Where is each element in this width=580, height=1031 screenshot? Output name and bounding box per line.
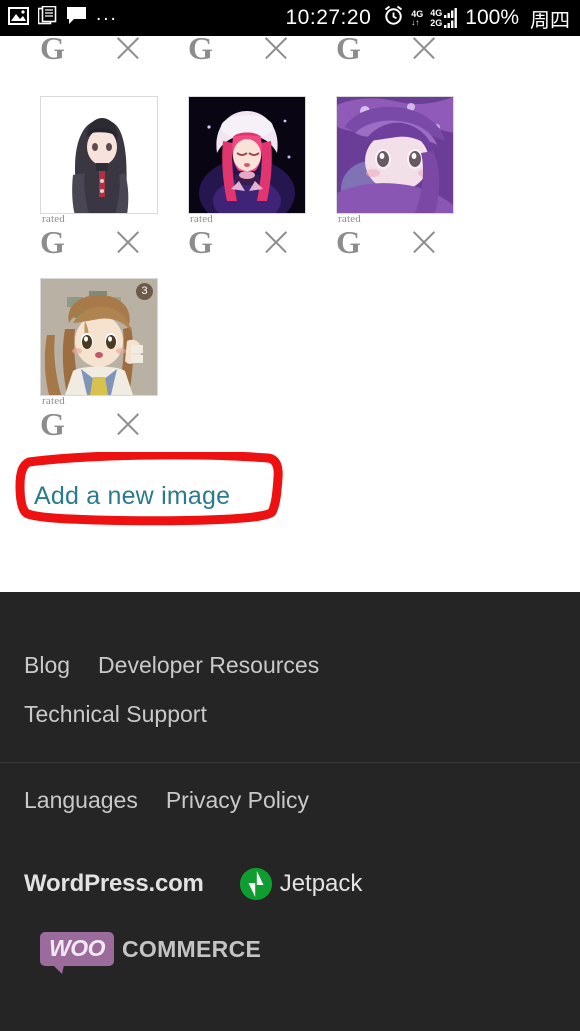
media-cell: rated G bbox=[148, 36, 296, 88]
media-row: rated G rated G rated G bbox=[0, 88, 580, 270]
status-bar-notification-icons: ... bbox=[8, 3, 118, 30]
media-row-clipped: rated G rated G rated bbox=[0, 36, 580, 88]
media-meta: rated G bbox=[296, 36, 444, 76]
woo-commerce-label: COMMERCE bbox=[122, 935, 262, 962]
remove-image-button[interactable] bbox=[404, 36, 444, 68]
media-cell: 3 rated G bbox=[0, 270, 158, 452]
rating-badge: rated G bbox=[188, 36, 256, 64]
footer-brand-row: WordPress.com Jetpack bbox=[0, 836, 580, 900]
footer-link-developer-resources[interactable]: Developer Resources bbox=[98, 652, 319, 679]
media-meta: rated G bbox=[296, 214, 444, 270]
media-cell: rated G bbox=[148, 88, 306, 270]
thumbnail-wrap bbox=[0, 88, 158, 214]
rating-letter: G bbox=[336, 36, 361, 66]
rating-badge: rated G bbox=[40, 36, 108, 64]
signal-sim1-icon: 4G ↓↑ bbox=[411, 9, 423, 27]
alarm-icon bbox=[383, 5, 404, 31]
media-row: 3 rated G bbox=[0, 270, 580, 452]
footer-secondary-links: Languages Privacy Policy bbox=[0, 763, 580, 836]
rating-letter: G bbox=[188, 36, 213, 66]
rating-letter: G bbox=[40, 406, 65, 442]
remove-image-button[interactable] bbox=[108, 222, 148, 262]
footer-row: Technical Support bbox=[24, 701, 580, 750]
media-meta: rated G bbox=[0, 36, 148, 76]
wordpress-logo[interactable]: WordPress.com bbox=[24, 870, 204, 898]
media-thumbnail-purple-hair[interactable] bbox=[336, 96, 454, 214]
image-count-badge: 3 bbox=[136, 283, 153, 300]
jetpack-logo[interactable]: Jetpack bbox=[239, 868, 363, 900]
thumbnail-wrap bbox=[296, 88, 454, 214]
footer-row: Blog Developer Resources bbox=[24, 652, 580, 701]
weekday-label: 周四 bbox=[530, 9, 570, 32]
rating-letter: G bbox=[188, 224, 213, 260]
add-image-area: Add a new image bbox=[0, 452, 580, 544]
footer-link-technical-support[interactable]: Technical Support bbox=[24, 701, 207, 728]
media-library-content: rated G rated G rated bbox=[0, 36, 580, 544]
rating-badge: rated G bbox=[40, 396, 108, 442]
footer-link-blog[interactable]: Blog bbox=[24, 652, 70, 679]
footer-primary-links: Blog Developer Resources Technical Suppo… bbox=[0, 592, 580, 750]
remove-image-button[interactable] bbox=[108, 36, 148, 68]
footer-link-privacy-policy[interactable]: Privacy Policy bbox=[166, 787, 309, 814]
status-bar: ... 10:27:20 4G ↓↑ 4G 2G 100% 周四 bbox=[0, 0, 580, 36]
media-meta: rated G bbox=[148, 36, 296, 76]
battery-percentage: 100% bbox=[465, 6, 519, 29]
jetpack-icon bbox=[239, 868, 272, 900]
sim1-data-arrows: ↓↑ bbox=[411, 17, 420, 27]
media-cell: rated G bbox=[0, 36, 148, 88]
woocommerce-logo[interactable]: WOO COMMERCE bbox=[0, 900, 580, 974]
rating-letter: G bbox=[40, 224, 65, 260]
rating-badge: rated G bbox=[336, 36, 404, 64]
media-cell: rated G bbox=[296, 36, 444, 88]
footer-link-languages[interactable]: Languages bbox=[24, 787, 138, 814]
rating-letter: G bbox=[336, 224, 361, 260]
jetpack-label: Jetpack bbox=[279, 870, 363, 897]
image-icon bbox=[8, 6, 29, 30]
woo-mark: WOO bbox=[40, 932, 114, 974]
remove-image-button[interactable] bbox=[256, 36, 296, 68]
media-meta: rated G bbox=[0, 396, 148, 452]
footer-row: Languages Privacy Policy bbox=[24, 787, 580, 836]
rating-badge: rated G bbox=[40, 214, 108, 260]
rating-letter: G bbox=[40, 36, 65, 66]
document-icon bbox=[37, 5, 57, 30]
add-new-image-link[interactable]: Add a new image bbox=[34, 482, 230, 511]
thumbnail-wrap: 3 bbox=[0, 270, 158, 396]
signal-sim2-icon: 4G 2G bbox=[430, 8, 458, 28]
rating-badge: rated G bbox=[336, 214, 404, 260]
message-icon bbox=[66, 6, 87, 30]
thumbnail-wrap bbox=[148, 88, 306, 214]
sim2-generation-label-bottom: 2G bbox=[430, 18, 443, 28]
status-bar-right-cluster: 4G ↓↑ 4G 2G 100% 周四 bbox=[383, 4, 570, 33]
media-cell: rated G bbox=[296, 88, 454, 270]
overflow-dots-icon: ... bbox=[96, 3, 118, 25]
site-footer: Blog Developer Resources Technical Suppo… bbox=[0, 592, 580, 1031]
media-thumbnail-brown-hair[interactable]: 3 bbox=[40, 278, 158, 396]
remove-image-button[interactable] bbox=[404, 222, 444, 262]
media-thumbnail-dark-hair[interactable] bbox=[40, 96, 158, 214]
media-cell: rated G bbox=[0, 88, 158, 270]
sim2-generation-label-top: 4G bbox=[430, 8, 443, 18]
remove-image-button[interactable] bbox=[256, 222, 296, 262]
status-bar-clock: 10:27:20 bbox=[285, 6, 372, 29]
media-meta: rated G bbox=[0, 214, 148, 270]
phone-screen: ... 10:27:20 4G ↓↑ 4G 2G 100% 周四 G G G r… bbox=[0, 0, 580, 1031]
rating-badge: rated G bbox=[188, 214, 256, 260]
remove-image-button[interactable] bbox=[108, 404, 148, 444]
media-thumbnail-pink-hair[interactable] bbox=[188, 96, 306, 214]
media-meta: rated G bbox=[148, 214, 296, 270]
